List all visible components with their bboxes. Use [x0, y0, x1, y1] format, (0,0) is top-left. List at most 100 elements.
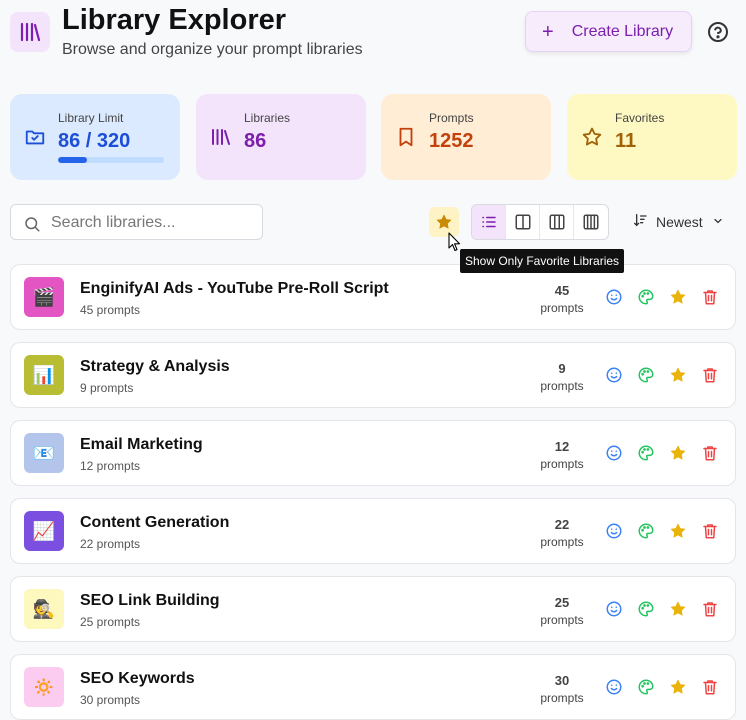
trash-icon — [701, 524, 719, 544]
stat-label: Favorites — [615, 111, 665, 125]
emoji-icon-button[interactable] — [605, 366, 623, 384]
library-name: EnginifyAI Ads - YouTube Pre-Roll Script — [80, 280, 389, 297]
star-icon — [669, 601, 687, 622]
search-icon — [23, 215, 41, 233]
favorite-star-button[interactable] — [669, 522, 687, 540]
stat-card-libraries: Libraries 86 — [196, 94, 366, 180]
stat-value: 1252 — [429, 130, 474, 152]
palette-icon — [637, 523, 655, 544]
search-input[interactable] — [51, 212, 251, 234]
toolbar: Newest — [10, 204, 736, 240]
list-view-button[interactable] — [472, 205, 506, 239]
favorite-star-button[interactable] — [669, 678, 687, 696]
create-library-label: Create Library — [571, 22, 674, 40]
color-palette-button[interactable] — [637, 522, 655, 540]
library-name: Strategy & Analysis — [80, 358, 230, 375]
prompt-count: 12 — [554, 439, 570, 454]
view-toggle-group — [471, 204, 609, 240]
library-row[interactable]: 🕵️ SEO Link Building 25 prompts 25 prompts — [10, 576, 736, 642]
color-palette-button[interactable] — [637, 678, 655, 696]
library-limit-progress — [58, 157, 164, 163]
emoji-icon-button[interactable] — [605, 600, 623, 618]
prompt-count: 9 — [558, 361, 566, 376]
library-icon — [210, 126, 232, 148]
delete-library-button[interactable] — [701, 600, 719, 618]
library-prompt-count-subtitle: 30 prompts — [80, 693, 141, 707]
library-row[interactable]: 📊 Strategy & Analysis 9 prompts 9 prompts — [10, 342, 736, 408]
three-column-view-button[interactable] — [540, 205, 574, 239]
four-column-view-button[interactable] — [574, 205, 608, 239]
prompt-count: 22 — [554, 517, 570, 532]
library-name: SEO Keywords — [80, 670, 195, 687]
create-library-button[interactable]: + Create Library — [525, 11, 692, 52]
delete-library-button[interactable] — [701, 444, 719, 462]
palette-icon — [637, 601, 655, 622]
chevron-down-icon — [712, 214, 724, 230]
star-icon — [436, 214, 452, 229]
color-palette-button[interactable] — [637, 444, 655, 462]
prompt-count: 30 — [554, 673, 570, 688]
favorite-star-button[interactable] — [669, 288, 687, 306]
smiley-icon — [605, 679, 623, 700]
star-icon — [669, 523, 687, 544]
library-emoji-icon: 🎬 — [24, 277, 64, 317]
two-column-view-button[interactable] — [506, 205, 540, 239]
stats-row: Library Limit 86 / 320 Libraries 86 Prom… — [10, 94, 737, 180]
stat-card-favorites: Favorites 11 — [567, 94, 737, 180]
star-icon — [669, 445, 687, 466]
smiley-icon — [605, 601, 623, 622]
smiley-icon — [605, 523, 623, 544]
search-box — [10, 204, 263, 240]
folder-icon — [24, 126, 46, 148]
prompt-count-label: prompts — [540, 691, 584, 705]
library-row[interactable]: 🔅 SEO Keywords 30 prompts 30 prompts — [10, 654, 736, 720]
emoji-icon-button[interactable] — [605, 678, 623, 696]
stat-value: 86 / 320 — [58, 130, 131, 152]
trash-icon — [701, 446, 719, 466]
sort-icon — [632, 212, 648, 231]
plus-icon: + — [542, 20, 554, 43]
smiley-icon — [605, 367, 623, 388]
library-row[interactable]: 📈 Content Generation 22 prompts 22 prompts — [10, 498, 736, 564]
prompt-count-label: prompts — [540, 613, 584, 627]
columns-2-icon — [515, 214, 530, 230]
smiley-icon — [605, 289, 623, 310]
library-prompt-count-subtitle: 9 prompts — [80, 381, 134, 395]
library-prompt-count-subtitle: 45 prompts — [80, 303, 141, 317]
help-circle-icon[interactable] — [706, 20, 730, 44]
delete-library-button[interactable] — [701, 366, 719, 384]
emoji-icon-button[interactable] — [605, 288, 623, 306]
stat-card-library-limit: Library Limit 86 / 320 — [10, 94, 180, 180]
emoji-icon-button[interactable] — [605, 444, 623, 462]
color-palette-button[interactable] — [637, 366, 655, 384]
library-name: Email Marketing — [80, 436, 203, 453]
stat-value: 11 — [615, 130, 637, 152]
palette-icon — [637, 367, 655, 388]
emoji-icon-button[interactable] — [605, 522, 623, 540]
favorite-star-button[interactable] — [669, 600, 687, 618]
prompt-count-label: prompts — [540, 301, 584, 315]
bookmark-icon — [395, 126, 417, 148]
trash-icon — [701, 290, 719, 310]
favorite-star-button[interactable] — [669, 366, 687, 384]
library-row[interactable]: 📧 Email Marketing 12 prompts 12 prompts — [10, 420, 736, 486]
palette-icon — [637, 679, 655, 700]
library-name: SEO Link Building — [80, 592, 220, 609]
delete-library-button[interactable] — [701, 678, 719, 696]
library-row[interactable]: 🎬 EnginifyAI Ads - YouTube Pre-Roll Scrip… — [10, 264, 736, 330]
library-emoji-icon: 📈 — [24, 511, 64, 551]
favorite-star-button[interactable] — [669, 444, 687, 462]
library-prompt-count-subtitle: 25 prompts — [80, 615, 141, 629]
trash-icon — [701, 368, 719, 388]
library-emoji-icon: 🕵️ — [24, 589, 64, 629]
star-outline-icon — [581, 126, 603, 148]
delete-library-button[interactable] — [701, 288, 719, 306]
sort-dropdown[interactable]: Newest — [632, 212, 724, 231]
star-icon — [669, 679, 687, 700]
prompt-count: 45 — [554, 283, 570, 298]
star-icon — [669, 367, 687, 388]
color-palette-button[interactable] — [637, 600, 655, 618]
delete-library-button[interactable] — [701, 522, 719, 540]
color-palette-button[interactable] — [637, 288, 655, 306]
columns-3-icon — [549, 214, 564, 230]
